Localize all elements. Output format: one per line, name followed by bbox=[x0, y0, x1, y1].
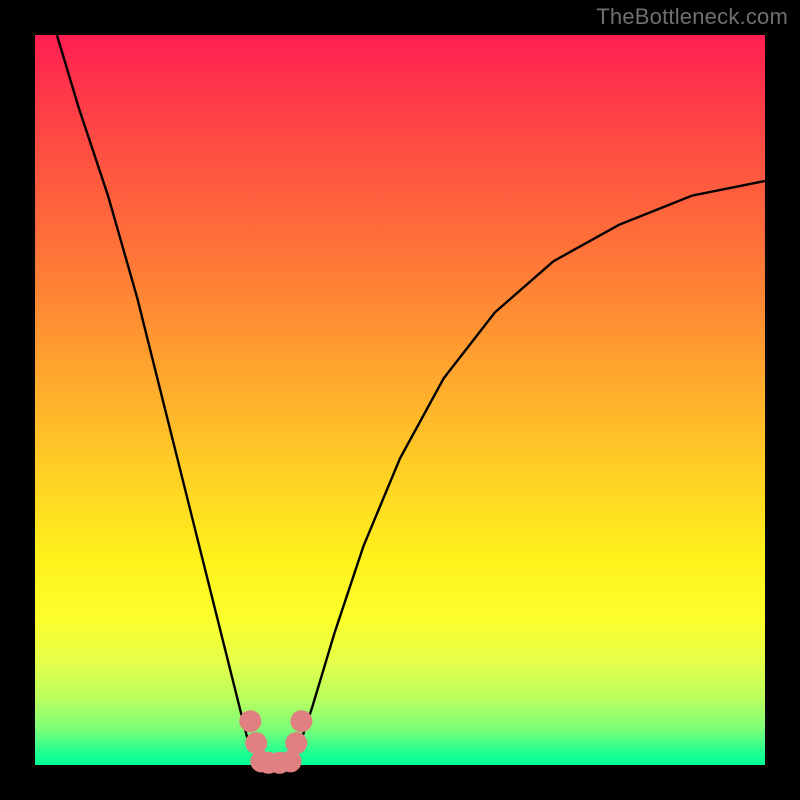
curve-right-branch bbox=[291, 181, 766, 765]
plot-area bbox=[35, 35, 765, 765]
outer-frame: TheBottleneck.com bbox=[0, 0, 800, 800]
marker-right-marker-mid bbox=[285, 732, 307, 754]
marker-left-marker-top bbox=[239, 710, 261, 732]
marker-right-marker-top bbox=[290, 710, 312, 732]
curve-svg bbox=[35, 35, 765, 765]
marker-group bbox=[239, 710, 312, 774]
curve-left-branch bbox=[57, 35, 265, 765]
watermark-text: TheBottleneck.com bbox=[596, 4, 788, 30]
